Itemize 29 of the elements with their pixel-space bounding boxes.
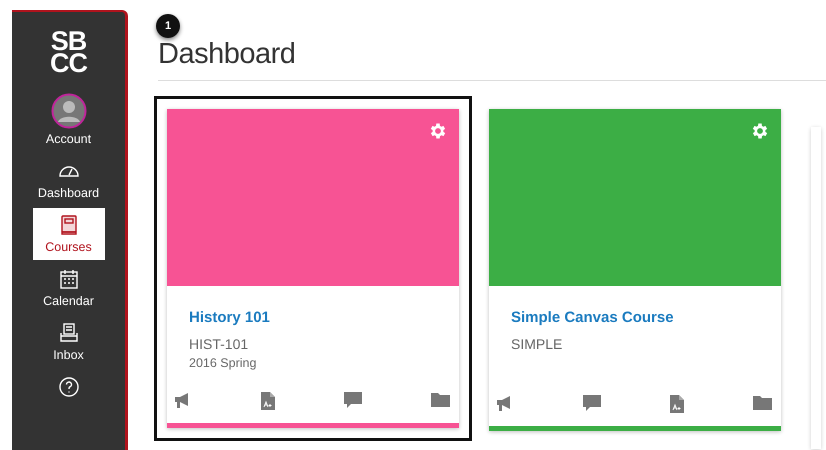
action-link[interactable] [260,391,276,411]
action-link[interactable] [582,394,602,414]
course-code: SIMPLE [511,336,564,352]
course-term: 2016 Spring [189,356,258,370]
action-link[interactable] [669,394,685,414]
document-icon [260,391,276,411]
nav-item[interactable]: Calendar [32,262,104,314]
page-title: Dashboard [158,38,296,70]
course-card[interactable]: History 101 HIST-101 2016 Spring [167,109,459,428]
speech-bubble-icon [343,391,363,409]
folder-icon [430,391,451,408]
course-code: HIST-101 [189,336,250,352]
step-badge: 1 [156,14,180,38]
settings-icon[interactable] [428,121,448,141]
action-link[interactable] [343,391,363,411]
avatar-icon [50,93,86,129]
course-card[interactable]: Simple Canvas Course SIMPLE [489,109,781,431]
nav-item[interactable]: Account [32,88,104,152]
course-title-link[interactable]: History 101 [189,309,437,326]
nav-item[interactable]: Courses [32,208,104,260]
document-icon [669,394,685,414]
logo: SB CC [50,30,87,74]
folder-icon [752,394,773,411]
settings-icon[interactable] [750,121,770,141]
speech-bubble-icon [582,394,602,412]
help-icon [56,375,80,399]
course-title-link[interactable]: Simple Canvas Course [511,309,759,326]
nav-item[interactable]: Inbox [32,316,104,368]
nav-item[interactable]: Dashboard [32,154,104,206]
